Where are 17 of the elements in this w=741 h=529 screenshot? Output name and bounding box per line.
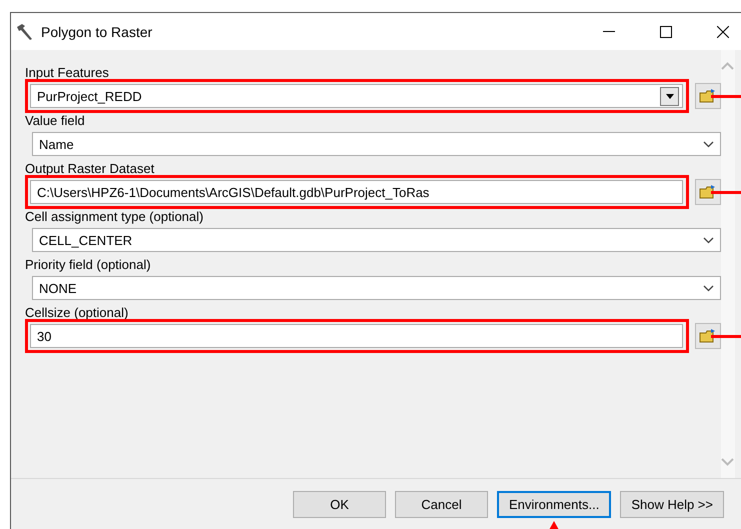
field-label: Value field	[25, 114, 86, 128]
dropdown-field[interactable]: NONE	[32, 276, 721, 300]
field-label: Output Raster Dataset	[25, 162, 156, 176]
dialog-button[interactable]: Cancel	[395, 491, 488, 518]
dialog-button[interactable]: OK	[293, 491, 386, 518]
dropdown-field[interactable]: Name	[32, 132, 721, 156]
dropdown-field[interactable]: CELL_CENTER	[32, 228, 721, 252]
dialog-button[interactable]: Environments...	[497, 491, 612, 518]
field-label: Input Features	[25, 66, 110, 80]
field-label: Cellsize (optional)	[25, 306, 130, 320]
input-field[interactable]: PurProject_REDD	[30, 84, 683, 108]
field-label: Cell assignment type (optional)	[25, 210, 204, 224]
window-title: Polygon to Raster	[41, 24, 152, 40]
input-field[interactable]: C:\Users\HPZ6-1\Documents\ArcGIS\Default.gdb\PurProject_ToRas	[30, 180, 683, 204]
dialog-button[interactable]: Show Help >>	[620, 491, 724, 518]
field-label: Priority field (optional)	[25, 258, 152, 272]
input-field[interactable]: 30	[30, 324, 683, 348]
